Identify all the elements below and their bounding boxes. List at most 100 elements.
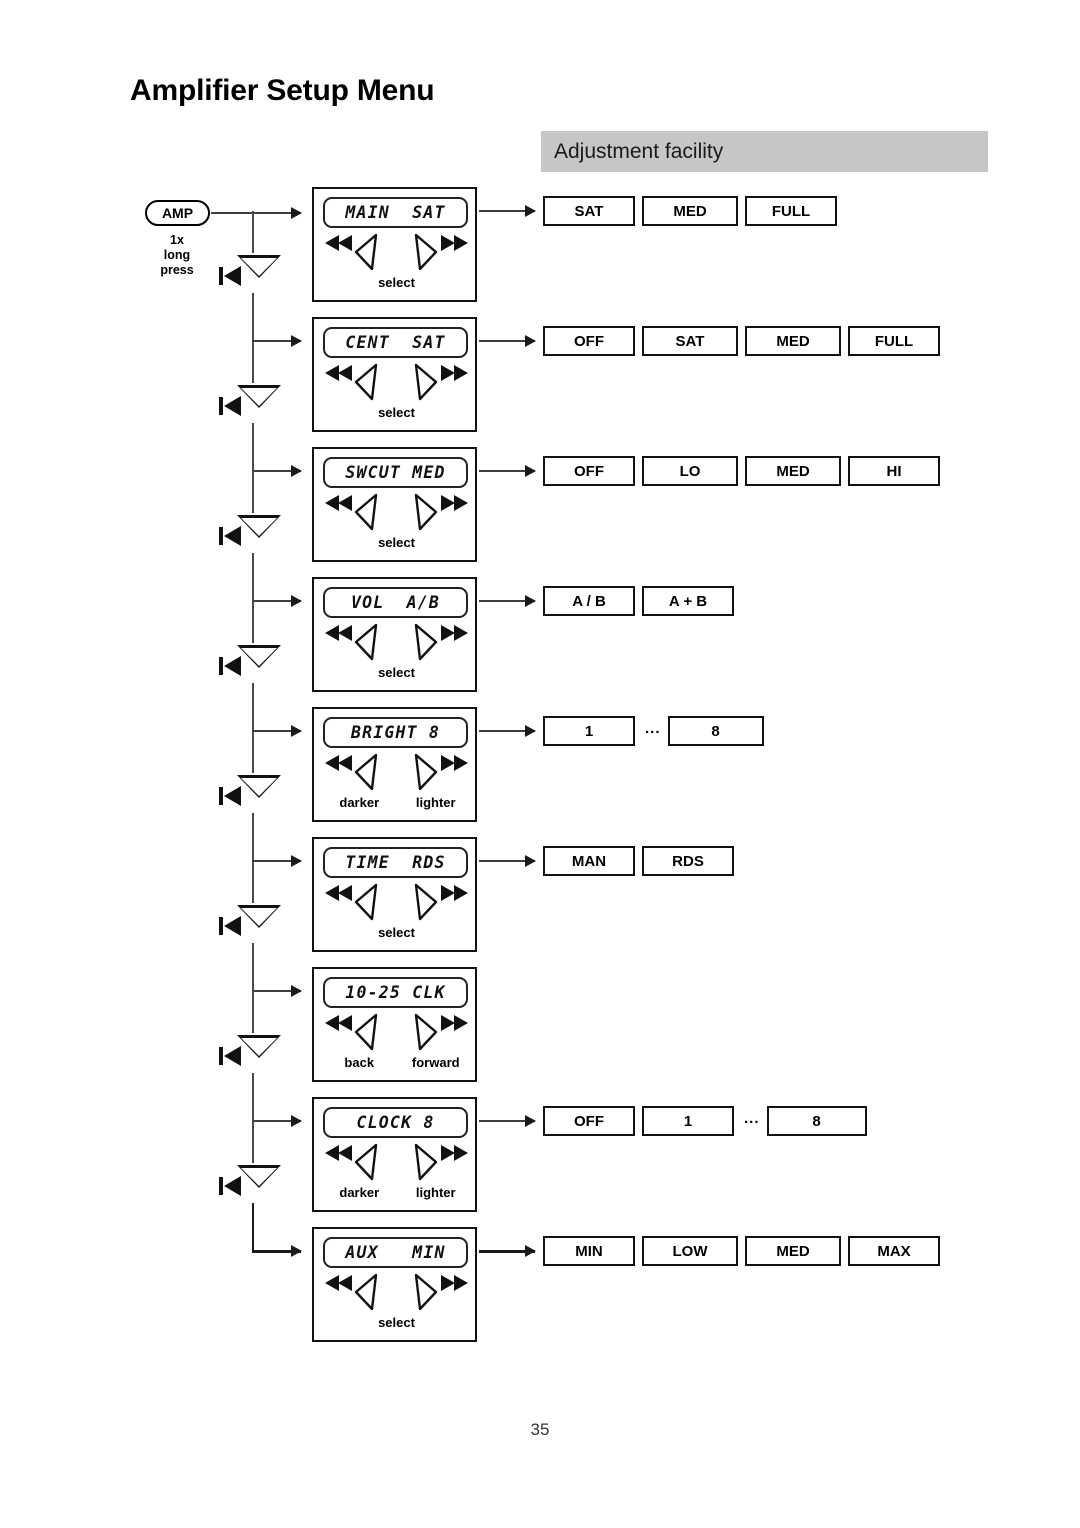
option-box[interactable]: MIN — [543, 1236, 635, 1266]
option-box[interactable]: HI — [848, 456, 940, 486]
menu-panel-aux-min[interactable]: AUX MIN select — [312, 1227, 477, 1342]
double-right-arrow-icon[interactable] — [438, 235, 468, 252]
option-box[interactable]: LOW — [642, 1236, 738, 1266]
lcd-text: VOL A/B — [350, 593, 441, 612]
option-box[interactable]: MAX — [848, 1236, 940, 1266]
option-box[interactable]: MED — [745, 1236, 841, 1266]
hollow-right-triangle-icon[interactable] — [414, 1013, 440, 1051]
menu-advance-skip-back-icon[interactable] — [219, 1159, 281, 1205]
menu-panel-clk-10-25[interactable]: 10-25 CLK back forward — [312, 967, 477, 1082]
hollow-right-triangle-icon[interactable] — [414, 233, 440, 271]
double-left-arrow-icon[interactable] — [325, 1015, 355, 1032]
option-box[interactable]: OFF — [543, 1106, 635, 1136]
option-box[interactable]: 8 — [766, 1106, 867, 1136]
menu-advance-skip-back-icon[interactable] — [219, 769, 281, 815]
trunk-line-segment — [252, 683, 254, 731]
branch-connector-swcut-med — [252, 465, 302, 477]
options-connector-arrow-bright-8 — [479, 725, 536, 737]
arrow-head-icon — [525, 1115, 536, 1127]
double-left-arrow-icon[interactable] — [325, 235, 355, 252]
option-box[interactable]: RDS — [642, 846, 734, 876]
double-right-arrow-icon[interactable] — [438, 625, 468, 642]
menu-advance-skip-back-icon[interactable] — [219, 639, 281, 685]
hollow-left-triangle-icon[interactable] — [352, 1273, 378, 1311]
option-box[interactable]: SAT — [543, 196, 635, 226]
double-left-arrow-icon[interactable] — [325, 755, 355, 772]
arrow-head-icon — [291, 855, 302, 867]
hollow-right-triangle-icon[interactable] — [414, 883, 440, 921]
double-right-arrow-icon[interactable] — [438, 1145, 468, 1162]
amp-button[interactable]: AMP — [145, 200, 210, 226]
hollow-left-triangle-icon[interactable] — [352, 1013, 378, 1051]
arrow-head-icon — [291, 1245, 302, 1257]
double-left-arrow-icon[interactable] — [325, 625, 355, 642]
option-box[interactable]: OFF — [543, 326, 635, 356]
menu-advance-skip-back-icon[interactable] — [219, 379, 281, 425]
double-right-arrow-icon[interactable] — [438, 365, 468, 382]
hollow-right-triangle-icon[interactable] — [414, 493, 440, 531]
option-box[interactable]: MAN — [543, 846, 635, 876]
menu-advance-skip-back-icon[interactable] — [219, 1029, 281, 1075]
double-left-arrow-icon[interactable] — [325, 495, 355, 512]
double-right-arrow-icon[interactable] — [438, 1015, 468, 1032]
hollow-right-triangle-icon[interactable] — [414, 753, 440, 791]
arrow-head-icon — [525, 725, 536, 737]
branch-connector-clock-8 — [252, 1115, 302, 1127]
double-right-arrow-icon[interactable] — [438, 1275, 468, 1292]
double-left-arrow-icon[interactable] — [325, 1275, 355, 1292]
hollow-left-triangle-icon[interactable] — [352, 1143, 378, 1181]
menu-advance-skip-back-icon[interactable] — [219, 899, 281, 945]
hollow-left-triangle-icon[interactable] — [352, 493, 378, 531]
menu-panel-bright-8[interactable]: BRIGHT 8 darker lighter — [312, 707, 477, 822]
trunk-line-segment — [252, 861, 254, 903]
menu-advance-skip-back-icon[interactable] — [219, 509, 281, 555]
option-box[interactable]: A / B — [543, 586, 635, 616]
option-box[interactable]: LO — [642, 456, 738, 486]
option-box[interactable]: FULL — [848, 326, 940, 356]
option-box[interactable]: OFF — [543, 456, 635, 486]
panel-arrow-cluster — [322, 883, 471, 923]
hollow-right-triangle-icon[interactable] — [414, 1143, 440, 1181]
options-connector-arrow-aux-min — [479, 1245, 536, 1257]
arrow-head-icon — [525, 595, 536, 607]
menu-panel-vol-ab[interactable]: VOL A/B select — [312, 577, 477, 692]
hollow-right-triangle-icon[interactable] — [414, 1273, 440, 1311]
hollow-left-triangle-icon[interactable] — [352, 363, 378, 401]
option-box[interactable]: MED — [745, 326, 841, 356]
double-right-arrow-icon[interactable] — [438, 495, 468, 512]
options-connector-arrow-cent-sat — [479, 335, 536, 347]
panel-arrow-cluster — [322, 753, 471, 793]
menu-advance-skip-back-icon[interactable] — [219, 249, 281, 295]
hollow-left-triangle-icon[interactable] — [352, 233, 378, 271]
hollow-right-triangle-icon[interactable] — [414, 623, 440, 661]
option-box[interactable]: MED — [642, 196, 738, 226]
double-left-arrow-icon[interactable] — [325, 885, 355, 902]
menu-panel-swcut-med[interactable]: SWCUT MED select — [312, 447, 477, 562]
menu-panel-cent-sat[interactable]: CENT SAT select — [312, 317, 477, 432]
option-box[interactable]: 1 — [642, 1106, 734, 1136]
option-box[interactable]: MED — [745, 456, 841, 486]
panel-hint-left: back — [344, 1055, 375, 1070]
option-box[interactable]: A + B — [642, 586, 734, 616]
panel-hint-center: select — [378, 275, 415, 290]
hollow-left-triangle-icon[interactable] — [352, 753, 378, 791]
hollow-right-triangle-icon[interactable] — [414, 363, 440, 401]
trunk-line-segment — [252, 211, 254, 253]
option-box[interactable]: 8 — [667, 716, 764, 746]
option-box[interactable]: FULL — [745, 196, 837, 226]
option-box[interactable]: 1 — [543, 716, 635, 746]
panel-arrow-cluster — [322, 623, 471, 663]
double-left-arrow-icon[interactable] — [325, 1145, 355, 1162]
menu-panel-clock-8[interactable]: CLOCK 8 darker lighter — [312, 1097, 477, 1212]
option-group-aux-min: MIN LOW MED MAX — [543, 1236, 947, 1266]
menu-panel-time-rds[interactable]: TIME RDS select — [312, 837, 477, 952]
double-right-arrow-icon[interactable] — [438, 885, 468, 902]
panel-hint-row: select — [314, 925, 479, 940]
hollow-left-triangle-icon[interactable] — [352, 623, 378, 661]
hollow-left-triangle-icon[interactable] — [352, 883, 378, 921]
menu-panel-main-sat[interactable]: MAIN SAT select — [312, 187, 477, 302]
double-left-arrow-icon[interactable] — [325, 365, 355, 382]
double-right-arrow-icon[interactable] — [438, 755, 468, 772]
amp-press-line-2: long — [163, 248, 191, 262]
option-box[interactable]: SAT — [642, 326, 738, 356]
